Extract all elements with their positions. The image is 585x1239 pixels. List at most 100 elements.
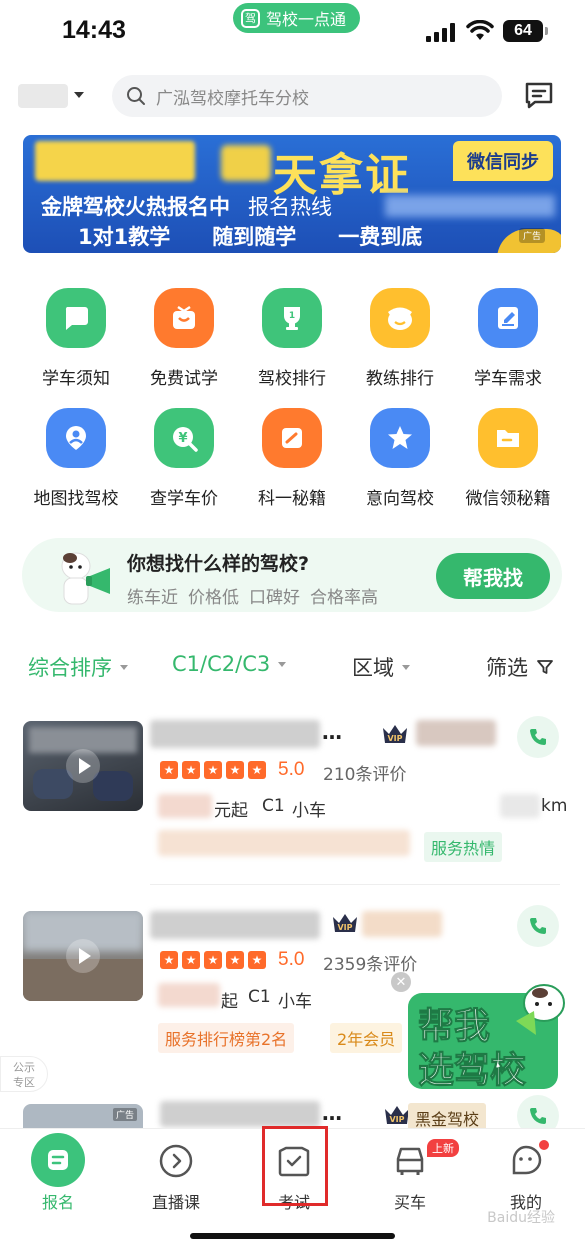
distance-unit: km [541, 796, 568, 816]
search-placeholder: 广泓驾校摩托车分校 [156, 88, 309, 109]
grid-item-favorite-school[interactable]: 意向驾校 [346, 408, 454, 509]
chat-bubble-icon [46, 288, 106, 348]
banner-blurred-phone [385, 195, 555, 217]
battery-icon: 64 [503, 20, 548, 42]
wifi-icon [466, 20, 494, 40]
prompt-tag: 练车近 [127, 588, 178, 608]
call-button[interactable] [517, 905, 559, 947]
play-icon [66, 939, 100, 973]
chevron-down-icon[interactable] [74, 92, 84, 98]
price-search-icon: ¥ [154, 408, 214, 468]
vehicle-type: 小车 [278, 992, 312, 1012]
find-school-prompt[interactable]: 你想找什么样的驾校? 练车近 价格低 口碑好 合格率高 帮我找 [22, 538, 562, 612]
license-label: C1/C2/C3 [172, 652, 271, 676]
school-video-thumb[interactable] [23, 721, 143, 811]
price-suffix: 元起 [214, 801, 248, 821]
filter-label: 筛选 [486, 656, 528, 680]
banner-feature: 随到随学 [212, 225, 297, 249]
help-me-find-button[interactable]: 帮我找 [436, 553, 550, 599]
vip-crown-icon: VIP [383, 725, 407, 743]
school-tag: 服务排行榜第2名 [158, 1023, 295, 1053]
grid-item-price-check[interactable]: ¥ 查学车价 [130, 408, 238, 509]
message-icon[interactable] [523, 79, 555, 111]
tab-label: 买车 [393, 1193, 426, 1212]
banner-feature: 一费到底 [338, 225, 423, 249]
school-video-thumb[interactable] [23, 911, 143, 1001]
blurred-price [158, 794, 212, 818]
new-badge: 上新 [427, 1139, 459, 1157]
vip-crown-icon: VIP [333, 914, 357, 932]
filter-button[interactable]: 筛选 [486, 652, 554, 682]
cow-mascot-icon [61, 552, 110, 605]
sort-label: 综合排序 [28, 656, 112, 680]
grid-label: 学车须知 [42, 369, 110, 389]
svg-text:VIP: VIP [337, 923, 352, 932]
grid-item-learning-needs[interactable]: 学车需求 [454, 288, 562, 389]
school-video-thumb[interactable]: 广告 [23, 1104, 143, 1128]
tab-signup[interactable]: 报名 [18, 1133, 98, 1213]
play-icon [66, 749, 100, 783]
search-bar[interactable]: 广泓驾校摩托车分校 [112, 75, 502, 117]
grid-label: 科一秘籍 [258, 489, 326, 509]
area-dropdown[interactable]: 区域 [352, 652, 410, 682]
svg-text:¥: ¥ [178, 431, 187, 446]
promo-banner[interactable]: 天拿证 微信同步 金牌驾校火热报名中 报名热线 1对1教学 随到随学 一费到底 … [23, 135, 561, 253]
prompt-question: 你想找什么样的驾校? [127, 553, 310, 575]
banner-feature: 1对1教学 [78, 225, 171, 249]
chevron-down-icon [402, 664, 410, 670]
signal-icon [426, 22, 455, 42]
star-icon: ★ [160, 951, 178, 969]
grid-label: 地图找驾校 [33, 489, 119, 509]
banner-line2: 1对1教学 随到随学 一费到底 [78, 221, 422, 251]
grid-item-school-ranking[interactable]: 1 驾校排行 [238, 288, 346, 389]
phone-icon [530, 1108, 546, 1124]
grid-item-map-school[interactable]: 地图找驾校 [22, 408, 130, 509]
city-selector[interactable] [18, 84, 68, 108]
vehicle-type: 小车 [292, 801, 326, 821]
license-type: C1 [262, 796, 285, 816]
side-tag-line: 专区 [13, 1076, 35, 1089]
motorbike-image [93, 771, 133, 801]
banner-line1-a: 金牌驾校火热报名中 [41, 195, 230, 219]
star-icon: ★ [182, 761, 200, 779]
ad-label: 广告 [112, 1108, 137, 1121]
tab-profile[interactable]: 我的 [486, 1141, 566, 1213]
tab-label: 直播课 [151, 1193, 200, 1212]
blurred-tag [158, 830, 410, 856]
star-badge-icon [370, 408, 430, 468]
banner-blurred-number [221, 145, 271, 181]
exam-tab-highlight-box [262, 1126, 328, 1206]
floating-help-choose-ad[interactable]: 帮我 选驾校 [404, 975, 572, 1093]
close-icon[interactable]: ✕ [391, 972, 411, 992]
grid-item-free-trial[interactable]: 免费试学 [130, 288, 238, 389]
star-icon: ★ [248, 951, 266, 969]
blurred-price [158, 983, 220, 1007]
call-button[interactable] [517, 1095, 559, 1128]
play-circle-icon [156, 1141, 196, 1181]
app-logo-icon: 驾 [241, 8, 260, 28]
filter-icon [537, 660, 553, 674]
public-notice-tab[interactable]: 公示 专区 [0, 1056, 48, 1092]
blurred-school-name [150, 911, 320, 939]
school-card[interactable]: 广告 … VIP 黑金驾校 [0, 1095, 585, 1128]
grid-item-subject-one[interactable]: 科一秘籍 [238, 408, 346, 509]
call-button[interactable] [517, 716, 559, 758]
school-card[interactable]: … VIP ★ ★ ★ ★ ★ 5.0 210条评价 元起 C1 小车 km 服务热情 [0, 716, 585, 866]
school-tag: 2年会员 [330, 1023, 403, 1053]
sort-dropdown[interactable]: 综合排序 [28, 652, 128, 682]
grid-item-learn-notice[interactable]: 学车须知 [22, 288, 130, 389]
signup-icon [31, 1133, 85, 1187]
grid-item-wechat-tips[interactable]: 微信领秘籍 [454, 408, 562, 509]
chevron-down-icon [278, 661, 287, 667]
phone-icon [530, 918, 546, 934]
tab-live-course[interactable]: 直播课 [136, 1141, 216, 1213]
star-icon: ★ [204, 951, 222, 969]
float-ad-line2: 选驾校 [417, 1050, 527, 1092]
license-dropdown[interactable]: C1/C2/C3 [172, 652, 287, 676]
grid-item-coach-ranking[interactable]: 教练排行 [346, 288, 454, 389]
tab-label: 报名 [41, 1193, 74, 1212]
app-indicator-pill[interactable]: 驾 驾校一点通 [233, 3, 361, 33]
rating-stars: ★ ★ ★ ★ ★ [160, 761, 266, 779]
price-suffix: 起 [221, 992, 238, 1012]
blurred-badge [362, 911, 442, 937]
